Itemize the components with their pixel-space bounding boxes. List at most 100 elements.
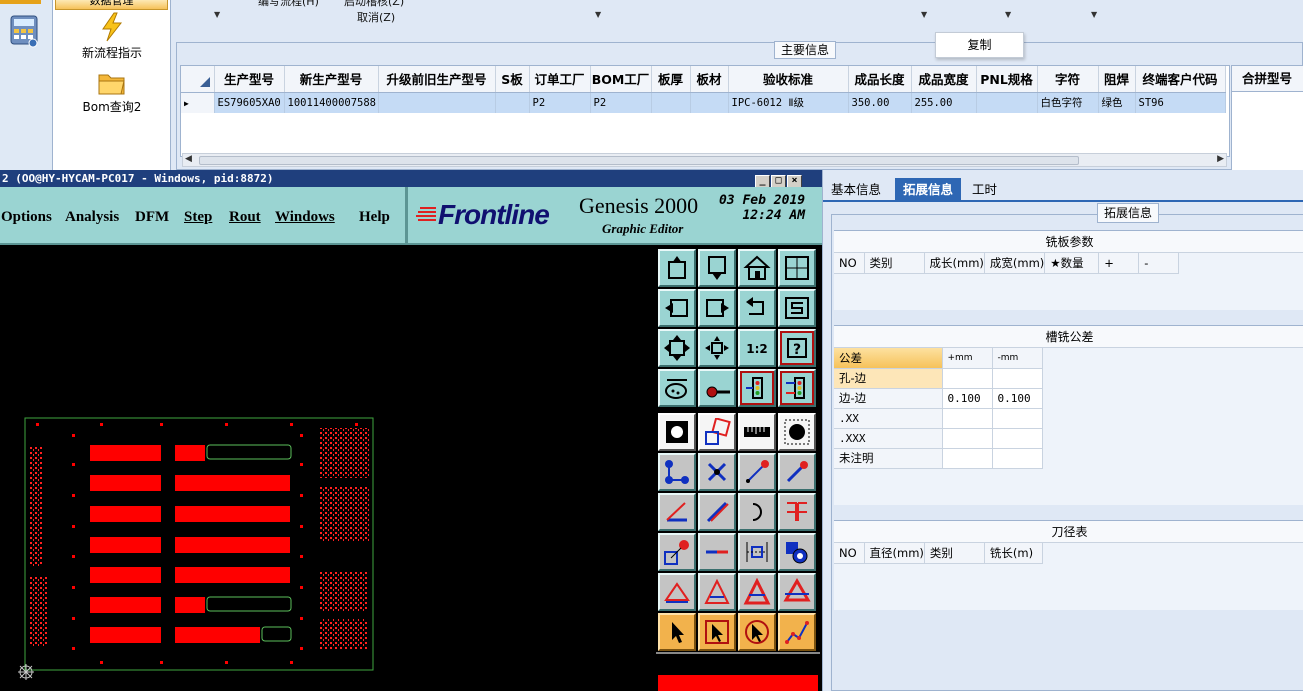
tab-work-hours[interactable]: 工时	[964, 178, 1005, 202]
chevron-down-icon[interactable]: ▼	[1091, 10, 1097, 19]
tool-fit-profile[interactable]	[698, 329, 736, 367]
table-cell[interactable]: 0.100	[942, 388, 993, 409]
grid-cell[interactable]	[495, 92, 530, 113]
grid-cell[interactable]: 350.00	[848, 92, 912, 113]
col-header[interactable]: 升级前旧生产型号	[378, 66, 496, 93]
scroll-left-icon[interactable]: ◀	[185, 154, 192, 164]
tool-slope[interactable]	[698, 493, 736, 531]
col-header[interactable]: 公差	[834, 348, 943, 369]
tool-zoom-prev[interactable]	[658, 249, 696, 287]
tool-undo[interactable]	[738, 289, 776, 327]
tool-select[interactable]	[658, 613, 696, 651]
tool-triangle-d[interactable]	[778, 573, 816, 611]
col-header[interactable]: +mm	[942, 348, 993, 369]
grid-cell[interactable]: 10011400007588	[284, 92, 379, 113]
tool-move-pad[interactable]	[658, 533, 696, 571]
table-cell[interactable]: 0.100	[992, 388, 1043, 409]
chevron-down-icon[interactable]: ▼	[921, 10, 927, 19]
row-label[interactable]: 孔-边	[834, 368, 943, 389]
grid-cell[interactable]	[976, 92, 1038, 113]
tool-palette[interactable]	[658, 369, 696, 407]
grid-horizontal-scrollbar[interactable]: ◀ ▶	[182, 153, 1227, 167]
calculator-icon[interactable]	[9, 14, 41, 48]
table-cell[interactable]	[992, 368, 1043, 389]
tool-select-all[interactable]	[658, 413, 696, 451]
toolbar-label-start-audit[interactable]: 启动稽核(Z)	[344, 0, 404, 9]
tool-pad[interactable]	[778, 413, 816, 451]
genesis-title-bar[interactable]: 2 (OO@HY-HYCAM-PC017 - Windows, pid:8872…	[0, 170, 822, 188]
tool-rotate[interactable]	[698, 413, 736, 451]
col-header[interactable]: 新生产型号	[284, 66, 379, 93]
col-header[interactable]: 板材	[690, 66, 729, 93]
tool-triangle-c[interactable]	[738, 573, 776, 611]
col-header[interactable]: +	[1098, 253, 1140, 274]
grid-cell[interactable]	[651, 92, 691, 113]
col-header[interactable]: 类别	[924, 543, 985, 564]
col-header[interactable]: 直径(mm)	[864, 543, 925, 564]
col-header[interactable]: 成长(mm)	[924, 253, 985, 274]
grid-cell[interactable]: P2	[590, 92, 652, 113]
graphic-editor-canvas[interactable]	[0, 247, 656, 691]
col-header[interactable]: BOM工厂	[590, 66, 652, 93]
menu-step[interactable]: Step	[184, 209, 212, 226]
tool-triangle-b[interactable]	[698, 573, 736, 611]
tool-redraw[interactable]	[778, 289, 816, 327]
tool-angle[interactable]	[658, 493, 696, 531]
table-cell[interactable]	[992, 448, 1043, 469]
tool-home[interactable]	[738, 249, 776, 287]
toolbar-label-write-flow[interactable]: 编写流程(H)	[258, 0, 319, 9]
chevron-down-icon[interactable]: ▼	[1005, 10, 1011, 19]
tool-line-b[interactable]	[778, 453, 816, 491]
row-label[interactable]: .XXX	[834, 428, 943, 449]
tool-pan-left[interactable]	[658, 289, 696, 327]
tool-select-box[interactable]	[698, 613, 736, 651]
tool-zoom-next[interactable]	[698, 249, 736, 287]
tool-layers-b[interactable]	[778, 369, 816, 407]
grid-cell[interactable]: ST96	[1135, 92, 1226, 113]
tool-connect[interactable]	[658, 453, 696, 491]
col-header[interactable]: -	[1138, 253, 1180, 274]
col-header[interactable]: 铣长(m)	[984, 543, 1043, 564]
tool-measure[interactable]	[738, 413, 776, 451]
row-indicator[interactable]: ▶	[181, 92, 215, 113]
table-row[interactable]: 未注明	[834, 448, 1043, 469]
chevron-down-icon[interactable]: ▼	[595, 10, 601, 19]
grid-cell[interactable]	[690, 92, 729, 113]
scroll-right-icon[interactable]: ▶	[1217, 154, 1224, 164]
col-header[interactable]: 成宽(mm)	[984, 253, 1046, 274]
table-row[interactable]: 孔-边	[834, 368, 1043, 389]
col-header[interactable]: 终端客户代码	[1135, 66, 1226, 93]
tool-split[interactable]	[778, 493, 816, 531]
col-header[interactable]: NO	[834, 543, 865, 564]
nav-tab-data-management[interactable]: 数据管理	[55, 0, 168, 10]
tool-line-a[interactable]	[738, 453, 776, 491]
grid-cell[interactable]: ES79605XA0	[214, 92, 285, 113]
merge-model-header[interactable]: 合拼型号	[1232, 66, 1303, 92]
table-row[interactable]: ▶ ES79605XA0 10011400007588 P2 P2 IPC-60…	[181, 92, 1226, 113]
menu-dfm[interactable]: DFM	[135, 209, 169, 226]
col-header[interactable]: NO	[834, 253, 865, 274]
chevron-down-icon[interactable]: ▼	[214, 10, 220, 19]
menu-rout[interactable]: Rout	[229, 209, 261, 226]
tool-dimension[interactable]	[738, 533, 776, 571]
row-label[interactable]: .XX	[834, 408, 943, 429]
tool-arc[interactable]	[738, 493, 776, 531]
col-header[interactable]: 验收标准	[728, 66, 849, 93]
menu-options[interactable]: Options	[1, 209, 52, 226]
tool-layers-a[interactable]	[738, 369, 776, 407]
grid-cell[interactable]: 255.00	[911, 92, 977, 113]
col-header[interactable]: -mm	[992, 348, 1043, 369]
tool-triangle-a[interactable]	[658, 573, 696, 611]
tool-help[interactable]: ?	[778, 329, 816, 367]
copy-button[interactable]: 复制	[935, 32, 1024, 58]
col-header[interactable]: ★数量	[1044, 253, 1100, 274]
col-header[interactable]: 类别	[864, 253, 925, 274]
tab-basic-info[interactable]: 基本信息	[823, 178, 889, 202]
grid-cell[interactable]: 白色字符	[1037, 92, 1099, 113]
table-cell[interactable]	[942, 448, 993, 469]
nav-item-new-flow[interactable]: 新流程指示	[53, 12, 171, 61]
scrollbar-thumb[interactable]	[199, 156, 1079, 165]
table-cell[interactable]	[992, 428, 1043, 449]
tool-pan-right[interactable]	[698, 289, 736, 327]
col-header[interactable]: PNL规格	[976, 66, 1038, 93]
